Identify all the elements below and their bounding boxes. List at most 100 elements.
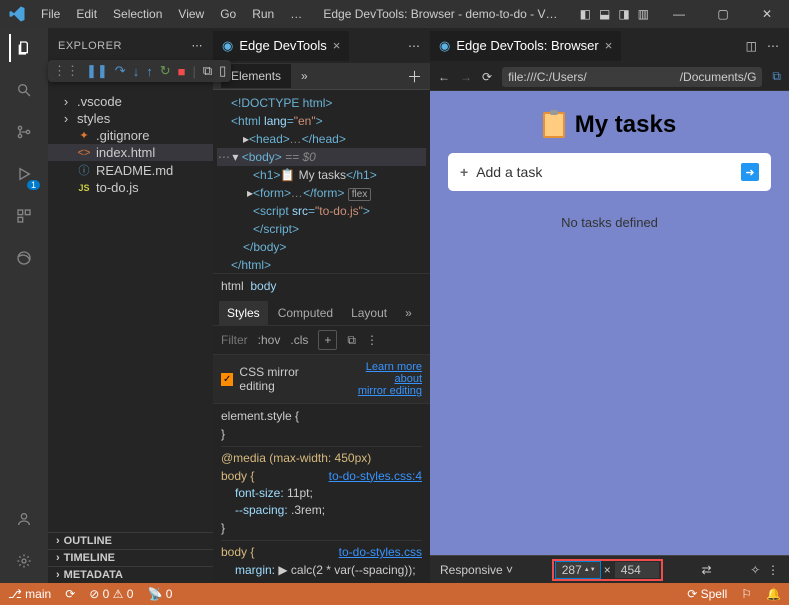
debug-step-out-icon[interactable]: ↑ <box>146 64 153 79</box>
vscode-logo-icon <box>8 5 26 23</box>
debug-restart-icon[interactable]: ↻ <box>160 63 171 79</box>
ports-indicator[interactable]: 📡 0 <box>147 587 172 601</box>
more-tabs-icon[interactable]: » <box>397 301 420 325</box>
layout-customize-icon[interactable]: ▥ <box>638 7 649 21</box>
new-tab-icon[interactable]: ＋ <box>407 66 422 87</box>
layout-panel-bottom-icon[interactable]: ⬓ <box>599 7 610 21</box>
minimize-button[interactable]: ― <box>657 0 701 28</box>
editor-more-icon[interactable]: ⋯ <box>767 39 779 53</box>
rotate-icon[interactable]: ⇄ <box>701 563 711 577</box>
layout-panel-right-icon[interactable]: ◨ <box>618 7 629 21</box>
problems-indicator[interactable]: ⊘ 0 ⚠ 0 <box>89 587 133 601</box>
tree-folder-vscode[interactable]: ›.vscode <box>48 93 213 110</box>
debug-pause-icon[interactable]: ❚❚ <box>86 63 108 79</box>
elements-tab[interactable]: Elements <box>221 64 291 88</box>
js-file-icon: JS <box>77 183 91 193</box>
feedback-icon[interactable]: ⚐ <box>741 587 752 601</box>
debug-icon[interactable]: 1 <box>10 160 38 188</box>
dom-tree[interactable]: <!DOCTYPE html> <html lang="en"> ▸<head>… <box>213 90 430 273</box>
hov-button[interactable]: :hov <box>258 333 281 347</box>
debug-stop-icon[interactable]: ■ <box>178 64 186 79</box>
metadata-section[interactable]: ›METADATA <box>48 566 213 583</box>
sync-icon[interactable]: ⟳ <box>65 587 75 601</box>
css-rules[interactable]: element.style { } @media (max-width: 450… <box>213 404 430 583</box>
more-tabs-icon[interactable]: » <box>301 69 308 83</box>
tree-file-index[interactable]: <>index.html <box>48 144 213 161</box>
explorer-more-icon[interactable]: ⋯ <box>192 39 204 52</box>
editor-more-icon[interactable]: ⋯ <box>408 39 420 53</box>
maximize-button[interactable]: ▢ <box>701 0 745 28</box>
tree-file-gitignore[interactable]: ✦.gitignore <box>48 127 213 144</box>
more-icon[interactable]: ⋮ <box>366 333 378 347</box>
tree-folder-styles[interactable]: ›styles <box>48 110 213 127</box>
debug-step-over-icon[interactable]: ↷ <box>115 63 126 79</box>
breadcrumb[interactable]: html body <box>213 273 430 298</box>
debug-grip-icon[interactable]: ⋮⋮ <box>53 63 79 79</box>
explorer-sidebar: ⋮⋮ ❚❚ ↷ ↓ ↑ ↻ ■ | ⧉ ▯ EXPLORER ⋯ ›.vscod… <box>48 28 213 583</box>
timeline-section[interactable]: ›TIMELINE <box>48 549 213 566</box>
tab-close-icon[interactable]: × <box>333 38 341 53</box>
edge-tab-icon: ◉ <box>439 38 450 54</box>
width-input[interactable]: 287▲▼ <box>556 562 600 578</box>
close-button[interactable]: ✕ <box>745 0 789 28</box>
browser-toolbar: ← → ⟳ file:///C:/Users//Documents/G ⧉ <box>430 63 789 91</box>
tree-file-readme[interactable]: ⓘREADME.md <box>48 161 213 179</box>
tab-browser[interactable]: ◉ Edge DevTools: Browser × <box>430 31 621 61</box>
debug-toolbar[interactable]: ⋮⋮ ❚❚ ↷ ↓ ↑ ↻ ■ | ⧉ ▯ <box>48 60 231 82</box>
reload-icon[interactable]: ⟳ <box>482 70 492 84</box>
add-task-input[interactable]: + Add a task ➜ <box>448 153 771 191</box>
spell-indicator[interactable]: ⟳ Spell <box>687 587 727 601</box>
debug-step-into-icon[interactable]: ↓ <box>133 64 140 79</box>
settings-icon[interactable] <box>10 547 38 575</box>
extensions-icon[interactable] <box>10 202 38 230</box>
outline-section[interactable]: ›OUTLINE <box>48 532 213 549</box>
debug-inspect-icon[interactable]: ⧉ <box>203 63 212 79</box>
open-devtools-icon[interactable]: ⧉ <box>772 69 781 84</box>
address-bar[interactable]: file:///C:/Users//Documents/G <box>502 67 762 87</box>
branch-indicator[interactable]: ⎇ main <box>8 587 51 601</box>
times-icon: × <box>604 563 611 577</box>
debug-device-icon[interactable]: ▯ <box>219 63 226 79</box>
title-bar: File Edit Selection View Go Run … Edge D… <box>0 0 789 28</box>
menu-edit[interactable]: Edit <box>69 3 104 25</box>
filter-input[interactable]: Filter <box>221 333 248 347</box>
menu-bar: File Edit Selection View Go Run … <box>34 3 309 25</box>
new-style-icon[interactable]: + <box>318 330 337 350</box>
back-icon[interactable]: ← <box>438 70 450 84</box>
mirror-link[interactable]: Learn more aboutmirror editing <box>339 361 422 397</box>
device-icon[interactable]: ⧉ <box>347 333 356 348</box>
source-link[interactable]: to-do-styles.css <box>339 544 422 561</box>
forward-icon[interactable]: → <box>460 70 472 84</box>
notifications-icon[interactable]: 🔔 <box>766 587 781 601</box>
tab-devtools[interactable]: ◉ Edge DevTools × <box>213 31 349 61</box>
height-input[interactable]: 454 <box>615 562 659 578</box>
layout-panel-left-icon[interactable]: ◧ <box>580 7 591 21</box>
source-link[interactable]: to-do-styles.css:4 <box>329 468 422 485</box>
tab-computed[interactable]: Computed <box>270 301 341 325</box>
split-editor-icon[interactable]: ◫ <box>746 39 757 53</box>
responsive-dropdown[interactable]: Responsive ˅ <box>440 563 513 577</box>
menu-more[interactable]: … <box>283 3 309 25</box>
tree-file-todo[interactable]: JSto-do.js <box>48 179 213 196</box>
accounts-icon[interactable] <box>10 505 38 533</box>
tab-close-icon[interactable]: × <box>605 38 613 53</box>
search-icon[interactable] <box>10 76 38 104</box>
submit-icon[interactable]: ➜ <box>741 163 759 181</box>
edge-tools-icon[interactable] <box>10 244 38 272</box>
wand-icon[interactable]: ✧ <box>750 563 760 577</box>
menu-view[interactable]: View <box>171 3 211 25</box>
tab-layout[interactable]: Layout <box>343 301 395 325</box>
source-control-icon[interactable] <box>10 118 38 146</box>
plus-icon: + <box>460 164 468 180</box>
menu-run[interactable]: Run <box>245 3 281 25</box>
menu-selection[interactable]: Selection <box>106 3 169 25</box>
menu-go[interactable]: Go <box>213 3 243 25</box>
page-title: My tasks <box>575 111 676 139</box>
explorer-icon[interactable] <box>9 34 37 62</box>
mirror-checkbox[interactable]: ✓ <box>221 373 233 386</box>
menu-file[interactable]: File <box>34 3 67 25</box>
more-icon[interactable]: ⋮ <box>767 563 779 577</box>
cls-button[interactable]: .cls <box>290 333 308 347</box>
tab-styles[interactable]: Styles <box>219 301 268 325</box>
html-file-icon: <> <box>77 147 91 159</box>
